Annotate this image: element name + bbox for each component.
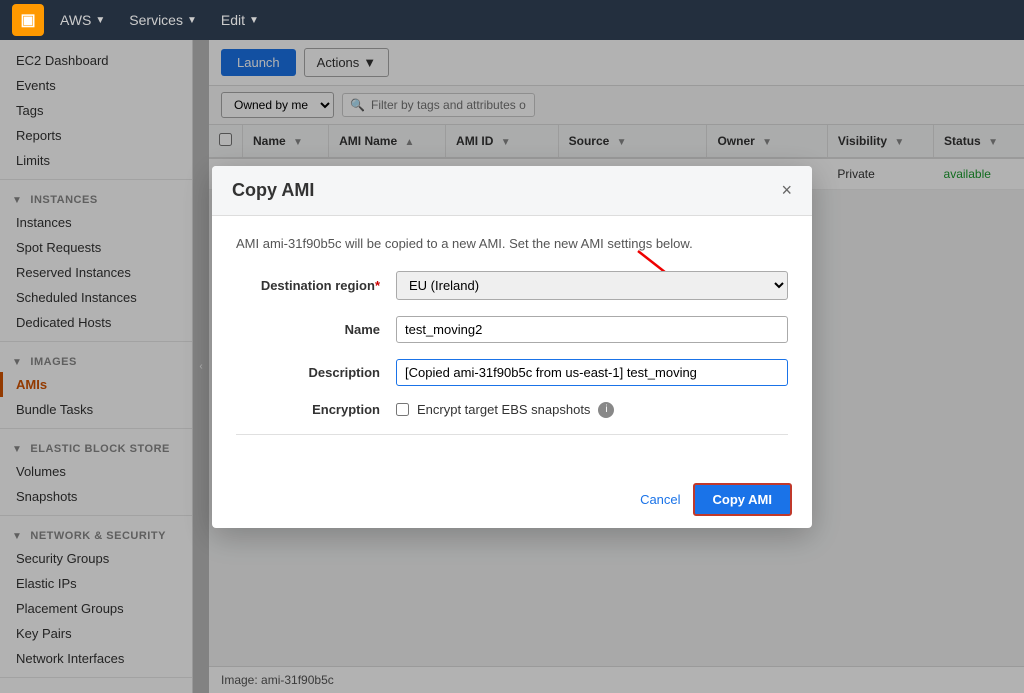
modal-info-container: AMI ami-31f90b5c will be copied to a new… xyxy=(236,236,788,251)
nav-services[interactable]: Services ▼ xyxy=(121,12,205,28)
aws-logo: ▣ xyxy=(12,4,44,36)
modal-overlay: Copy AMI × AMI ami-31f90b5c will be copi… xyxy=(0,0,1024,693)
encryption-row: Encryption Encrypt target EBS snapshots … xyxy=(236,402,788,418)
description-input[interactable] xyxy=(396,359,788,386)
description-row: Description xyxy=(236,359,788,386)
modal-info-text: AMI ami-31f90b5c will be copied to a new… xyxy=(236,236,788,251)
info-icon[interactable]: i xyxy=(598,402,614,418)
encryption-label: Encryption xyxy=(236,402,396,417)
top-nav: ▣ AWS ▼ Services ▼ Edit ▼ xyxy=(0,0,1024,40)
name-input[interactable] xyxy=(396,316,788,343)
nav-aws[interactable]: AWS ▼ xyxy=(52,12,113,28)
cancel-button[interactable]: Cancel xyxy=(640,492,680,507)
encryption-checkbox-label: Encrypt target EBS snapshots xyxy=(417,402,590,417)
destination-region-select[interactable]: US East (N. Virginia) US West (Oregon) U… xyxy=(396,271,788,300)
encryption-checkbox[interactable] xyxy=(396,403,409,416)
destination-region-row: Destination region* US East (N. Virginia… xyxy=(236,271,788,300)
destination-region-label: Destination region* xyxy=(236,278,396,293)
name-row: Name xyxy=(236,316,788,343)
modal-divider xyxy=(236,434,788,435)
name-label: Name xyxy=(236,322,396,337)
description-label: Description xyxy=(236,365,396,380)
modal-title: Copy AMI xyxy=(232,180,314,201)
modal-close-button[interactable]: × xyxy=(781,181,792,199)
nav-edit[interactable]: Edit ▼ xyxy=(213,12,267,28)
modal-footer: Cancel Copy AMI xyxy=(212,471,812,528)
encryption-checkbox-row: Encrypt target EBS snapshots i xyxy=(396,402,614,418)
region-select-wrapper: US East (N. Virginia) US West (Oregon) U… xyxy=(396,271,788,300)
copy-ami-button[interactable]: Copy AMI xyxy=(693,483,792,516)
modal-body: AMI ami-31f90b5c will be copied to a new… xyxy=(212,216,812,471)
copy-ami-modal: Copy AMI × AMI ami-31f90b5c will be copi… xyxy=(212,166,812,528)
modal-header: Copy AMI × xyxy=(212,166,812,216)
